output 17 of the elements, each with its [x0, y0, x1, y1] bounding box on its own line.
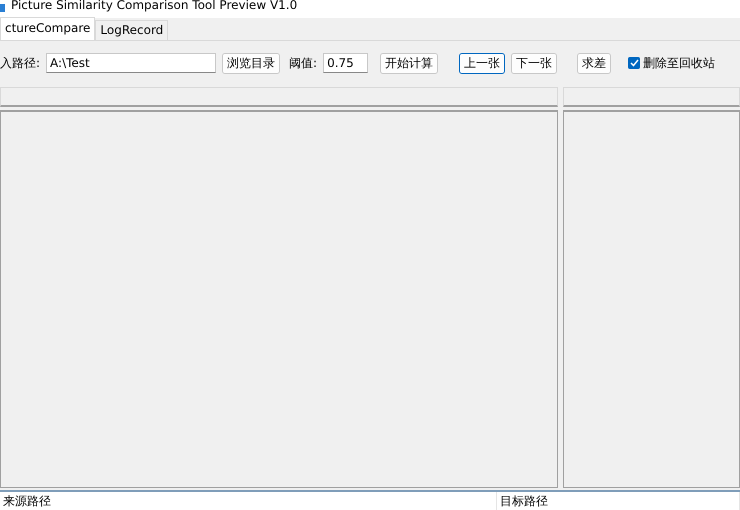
path-label: 入路径:: [0, 54, 40, 72]
threshold-field[interactable]: 0.75: [323, 53, 368, 73]
tab[interactable]: LogRecord: [95, 20, 168, 40]
column-header[interactable]: 来源路径: [0, 492, 497, 510]
diff-button[interactable]: 求差: [577, 52, 612, 74]
threshold-label: 阈值:: [289, 54, 318, 72]
tab[interactable]: ctureCompare: [0, 17, 96, 40]
recycle-checkbox[interactable]: [628, 57, 640, 69]
path-field[interactable]: A:\Test: [46, 53, 216, 73]
column-header[interactable]: 目标路径: [497, 492, 740, 510]
recycle-label: 删除至回收站: [643, 54, 716, 72]
previous-button[interactable]: 上一张: [459, 52, 506, 74]
window-title: Picture Similarity Comparison Tool Preview V1.0: [11, 0, 298, 12]
browse-button[interactable]: 浏览目录: [222, 52, 280, 74]
app-icon: [0, 4, 5, 12]
next-button[interactable]: 下一张: [511, 52, 558, 74]
start-button[interactable]: 开始计算: [380, 52, 438, 74]
